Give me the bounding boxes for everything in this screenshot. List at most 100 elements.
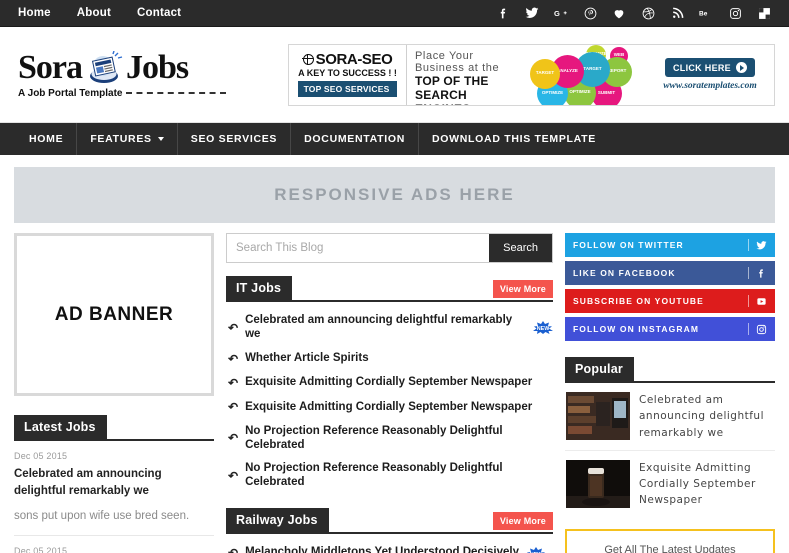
latest-job-post[interactable]: Dec 05 2015: [14, 535, 214, 553]
divider: [748, 239, 749, 251]
site-logo[interactable]: Sora Jobs A Job Portal Template: [14, 48, 274, 99]
left-sidebar: AD BANNER Latest Jobs Dec 05 2015 Celebr…: [14, 233, 214, 553]
railway-jobs-view-more-button[interactable]: View More: [492, 511, 553, 530]
popular-list-item[interactable]: Celebrated am announcing delightful rema…: [565, 383, 775, 450]
new-badge-icon: NEW: [533, 321, 553, 335]
twitter-button-label: FOLLOW ON TWITTER: [573, 240, 684, 250]
instagram-button-label: FOLLOW ON INSTAGRAM: [573, 324, 700, 334]
search-button[interactable]: Search: [489, 234, 552, 262]
latest-job-post[interactable]: Dec 05 2015 Celebrated am announcing del…: [14, 441, 214, 524]
search-input[interactable]: [227, 234, 490, 262]
rss-icon[interactable]: [670, 6, 684, 20]
top-nav-about[interactable]: About: [77, 7, 111, 19]
top-nav-home[interactable]: Home: [18, 7, 51, 19]
new-badge-icon: NEW: [526, 546, 546, 553]
subscribe-on-youtube-button[interactable]: SUBSCRIBE ON YOUTUBE: [565, 289, 775, 313]
responsive-ads-placeholder[interactable]: RESPONSIVE ADS HERE: [14, 167, 775, 223]
behance-icon[interactable]: Be: [699, 6, 713, 20]
header-banner-ad[interactable]: SORA-SEO A KEY TO SUCCESS ! ! TOP SEO SE…: [288, 43, 775, 106]
ad-brand-text: SORA-SEO: [315, 51, 393, 68]
nav-label-seo-services: SEO SERVICES: [190, 133, 278, 145]
top-social-icons: G Be: [496, 6, 777, 20]
nav-label-documentation: DOCUMENTATION: [304, 133, 406, 145]
job-list-item[interactable]: ↷ No Projection Reference Reasonably Del…: [226, 420, 553, 458]
google-plus-icon[interactable]: G: [554, 6, 568, 20]
youtube-icon: [756, 296, 767, 307]
post-date: Dec 05 2015: [14, 451, 68, 461]
svg-text:NEW: NEW: [537, 326, 550, 332]
nav-item-features[interactable]: FEATURES: [77, 123, 178, 155]
ad-click-here-button[interactable]: CLICK HERE: [664, 58, 755, 77]
logo-wordmark: Sora Jobs: [18, 48, 274, 86]
job-title[interactable]: Whether Article Spirits: [245, 352, 369, 366]
instagram-icon[interactable]: [728, 6, 742, 20]
latest-jobs-header: Latest Jobs: [14, 415, 214, 441]
divider: [748, 323, 749, 335]
railway-jobs-list: ↷ Melancholy Middletons Yet Understood D…: [226, 534, 553, 553]
popular-header: Popular: [565, 357, 775, 383]
job-list-item[interactable]: ↷ Whether Article Spirits: [226, 347, 553, 371]
newspaper-icon: [83, 50, 125, 85]
job-list-item[interactable]: ↷ No Projection Reference Reasonably Del…: [226, 457, 553, 495]
logo-text-jobs: Jobs: [126, 48, 189, 86]
it-jobs-header: IT Jobs View More: [226, 276, 553, 302]
it-jobs-view-more-button[interactable]: View More: [492, 280, 553, 298]
pinterest-icon[interactable]: [583, 6, 597, 20]
dribbble-icon[interactable]: [641, 6, 655, 20]
youtube-button-label: SUBSCRIBE ON YOUTUBE: [573, 296, 704, 306]
job-title[interactable]: Exquisite Admitting Cordially September …: [245, 401, 532, 415]
railway-jobs-header: Railway Jobs View More: [226, 507, 553, 534]
post-excerpt: sons put upon wife use bred seen.: [14, 510, 190, 523]
share-arrow-icon: ↷: [228, 545, 239, 553]
follow-on-twitter-button[interactable]: FOLLOW ON TWITTER: [565, 233, 775, 257]
job-list-item[interactable]: ↷ Exquisite Admitting Cordially Septembe…: [226, 395, 553, 419]
popular-item-title[interactable]: Exquisite Admitting Cordially September …: [639, 460, 775, 509]
svg-text:G: G: [554, 9, 560, 18]
blog-search-bar: Search: [226, 233, 553, 263]
twitter-icon[interactable]: [525, 6, 539, 20]
nav-label-download: DOWNLOAD THIS TEMPLATE: [432, 133, 596, 145]
ad-brand-row: SORA-SEO: [302, 51, 393, 68]
railway-jobs-title: Railway Jobs: [226, 507, 329, 532]
nav-item-documentation[interactable]: DOCUMENTATION: [291, 123, 420, 155]
popular-list-item[interactable]: Exquisite Admitting Cordially September …: [565, 449, 775, 518]
job-title[interactable]: Exquisite Admitting Cordially September …: [245, 376, 532, 390]
top-navigation: Home About Contact: [18, 7, 181, 19]
job-title[interactable]: Celebrated am announcing delightful rema…: [245, 314, 526, 342]
popular-item-title[interactable]: Celebrated am announcing delightful rema…: [639, 392, 775, 441]
follow-on-instagram-button[interactable]: FOLLOW ON INSTAGRAM: [565, 317, 775, 341]
like-on-facebook-button[interactable]: LIKE ON FACEBOOK: [565, 261, 775, 285]
ad-key-text: A KEY TO SUCCESS ! !: [298, 68, 397, 78]
svg-text:Be: Be: [699, 11, 708, 18]
content-grid: AD BANNER Latest Jobs Dec 05 2015 Celebr…: [0, 233, 789, 553]
share-arrow-icon: ↷: [228, 431, 239, 446]
post-date: Dec 05 2015: [14, 546, 68, 553]
job-list-item[interactable]: ↷ Celebrated am announcing delightful re…: [226, 309, 553, 347]
job-title[interactable]: Melancholy Middletons Yet Understood Dec…: [245, 546, 519, 553]
newsletter-box: Get All The Latest Updates Delivered Str…: [565, 528, 775, 553]
popular-thumbnail: [566, 459, 630, 508]
ad-line-2: TOP OF THE SEARCH ENGINES: [415, 74, 520, 105]
nav-item-download-template[interactable]: DOWNLOAD THIS TEMPLATE: [419, 123, 609, 155]
job-title[interactable]: No Projection Reference Reasonably Delig…: [245, 462, 553, 490]
top-nav-contact[interactable]: Contact: [137, 7, 181, 19]
divider: [748, 267, 749, 279]
job-list-item[interactable]: ↷ Exquisite Admitting Cordially Septembe…: [226, 371, 553, 395]
ad-banner-box[interactable]: AD BANNER: [14, 233, 214, 396]
nav-label-features: FEATURES: [90, 133, 152, 145]
post-title[interactable]: Celebrated am announcing delightful rema…: [14, 466, 214, 499]
nav-item-home[interactable]: HOME: [16, 123, 78, 155]
ad-ribbon-text: TOP SEO SERVICES: [297, 81, 398, 97]
save-icon[interactable]: [757, 6, 771, 20]
logo-text-sora: Sora: [18, 48, 83, 86]
nav-item-seo-services[interactable]: SEO SERVICES: [178, 123, 292, 155]
facebook-icon[interactable]: [496, 6, 510, 20]
latest-jobs-title: Latest Jobs: [14, 415, 107, 439]
ad-copy-block: Place Your Business at the TOP OF THE SE…: [407, 45, 528, 105]
heart-icon[interactable]: [612, 6, 626, 20]
site-header: Sora Jobs A Job Portal Template SORA-SEO…: [0, 27, 789, 123]
play-icon: [736, 62, 747, 73]
job-list-item[interactable]: ↷ Melancholy Middletons Yet Understood D…: [226, 541, 553, 553]
job-title[interactable]: No Projection Reference Reasonably Delig…: [245, 425, 553, 453]
newsletter-line-1: Get All The Latest Updates: [604, 543, 736, 553]
